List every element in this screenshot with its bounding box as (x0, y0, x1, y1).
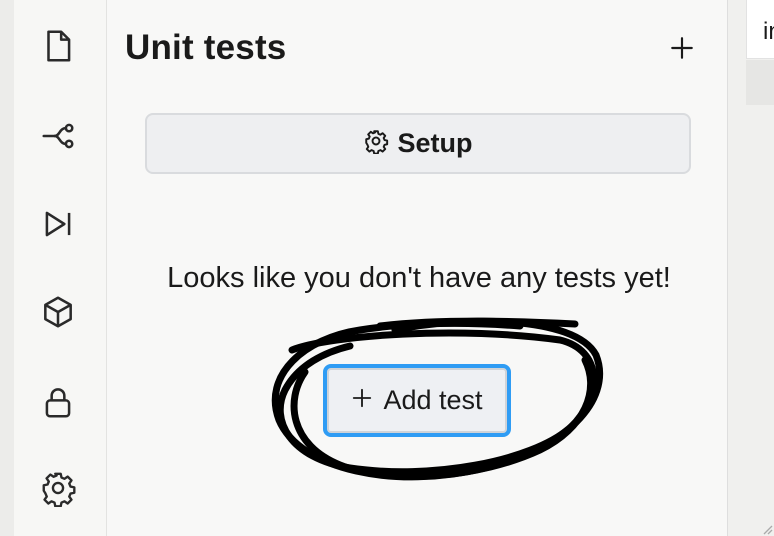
left-edge (0, 0, 15, 536)
right-pane: in (727, 0, 774, 536)
add-icon[interactable] (667, 30, 697, 66)
resize-handle-icon[interactable] (762, 516, 774, 536)
add-test-button-label: Add test (383, 385, 483, 415)
empty-state-message: Looks like you don't have any tests yet! (167, 262, 671, 294)
cube-icon[interactable] (38, 292, 78, 332)
add-test-button[interactable]: Add test (323, 364, 511, 437)
lock-icon[interactable] (38, 382, 78, 422)
setup-button-label: Setup (397, 128, 473, 158)
branch-icon[interactable] (38, 116, 78, 156)
page-title: Unit tests (125, 28, 287, 67)
gear-icon (363, 128, 389, 159)
right-pane-card: in (746, 0, 774, 59)
icon-rail (14, 0, 107, 536)
gear-icon[interactable] (38, 468, 78, 508)
app-window: Unit tests Setup Looks like you don't ha… (0, 0, 774, 536)
file-icon[interactable] (38, 26, 78, 66)
unit-tests-panel: Unit tests Setup Looks like you don't ha… (107, 0, 727, 536)
setup-button[interactable]: Setup (145, 113, 691, 174)
right-pane-strip (746, 60, 774, 105)
right-pane-text: in (763, 18, 774, 45)
play-skip-icon[interactable] (38, 204, 78, 244)
plus-icon (351, 387, 373, 414)
